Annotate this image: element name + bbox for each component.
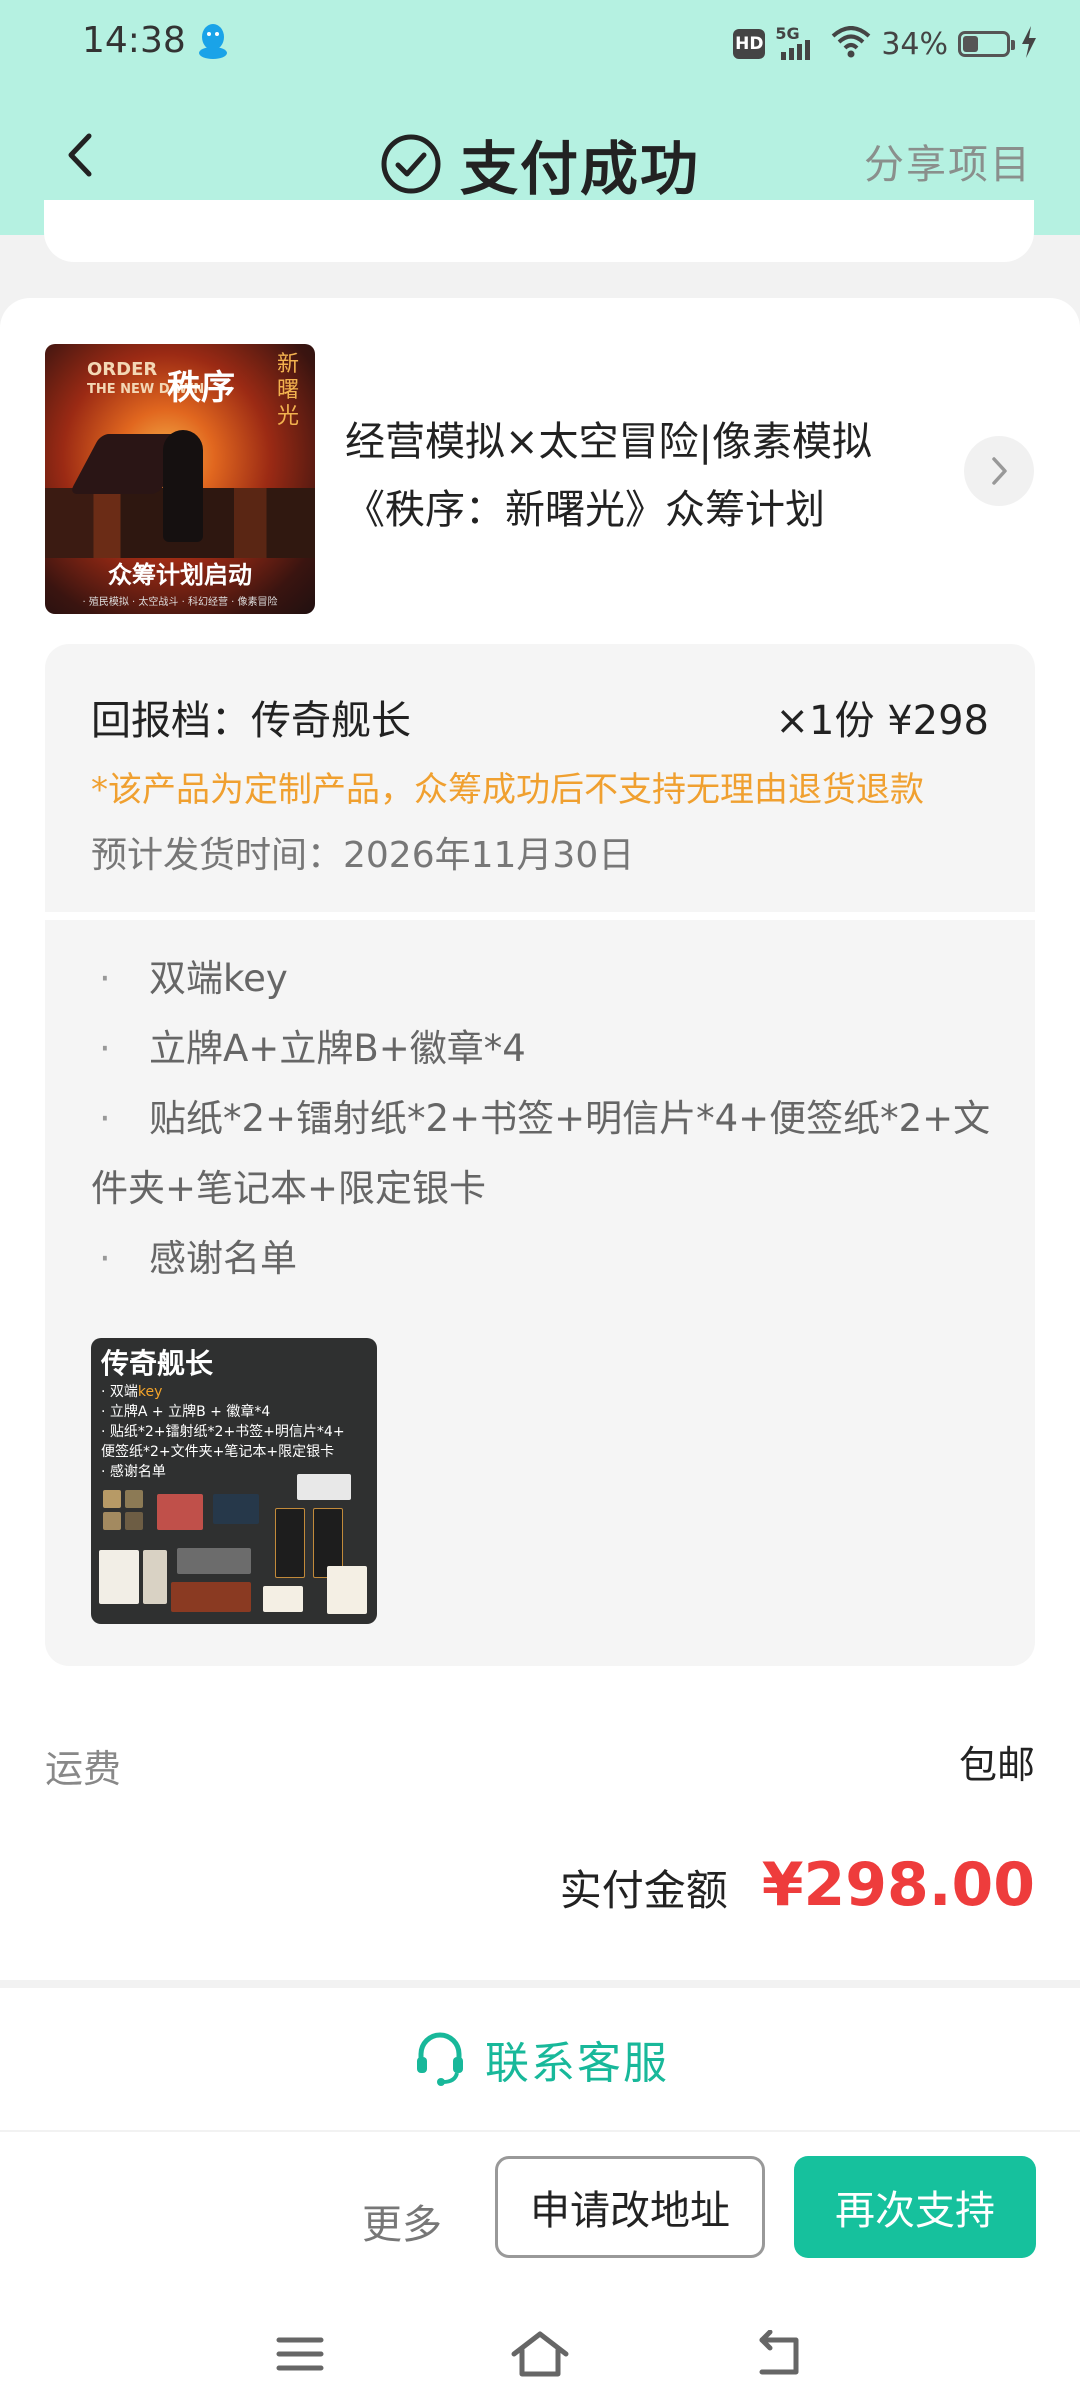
project-detail-button[interactable]: [964, 436, 1034, 506]
list-item: 立牌A+立牌B+徽章*4: [91, 1014, 1011, 1084]
change-address-button[interactable]: 申请改地址: [495, 2156, 765, 2258]
contact-service-button[interactable]: 联系客服: [0, 1988, 1080, 2130]
reward-image-text: · 双端key · 立牌A + 立牌B + 徽章*4 · 贴纸*2+镭射纸*2+…: [101, 1384, 345, 1480]
tier-quantity-price: ×1份 ¥298: [775, 698, 989, 744]
order-card: ORDER THE NEW DAWN 秩序 新曙光 众筹计划启动 · 殖民模拟 …: [0, 298, 1080, 1980]
page-title: 支付成功: [459, 135, 700, 203]
bottom-action-bar: 更多 申请改地址 再次支持: [0, 2132, 1080, 2408]
cellular-signal-icon: 5G: [775, 24, 821, 62]
project-title-line1: 经营模拟×太空冒险|像素模拟: [345, 419, 872, 465]
more-button[interactable]: 更多: [362, 2192, 442, 2250]
reward-tier-summary: 回报档：传奇舰长 ×1份 ¥298 *该产品为定制产品，众筹成功后不支持无理由退…: [45, 644, 1035, 912]
refund-warning: *该产品为定制产品，众筹成功后不支持无理由退货退款: [91, 770, 924, 810]
status-time: 14:38: [82, 20, 186, 61]
top-nav-bar: 支付成功 分享项目: [0, 100, 1080, 210]
battery-percent: 34%: [881, 26, 948, 62]
system-navigation-bar: [0, 2302, 1080, 2402]
back-arrow-icon: [759, 2330, 799, 2375]
cover-side-text: 新曙光: [277, 352, 300, 429]
check-circle-icon: [381, 134, 441, 194]
project-cover-image[interactable]: ORDER THE NEW DAWN 秩序 新曙光 众筹计划启动 · 殖民模拟 …: [45, 344, 315, 614]
home-icon: [511, 2331, 569, 2377]
shipping-fee-label: 运费: [45, 1747, 122, 1791]
estimated-ship-date: 预计发货时间：2026年11月30日: [91, 835, 635, 876]
reward-preview-image[interactable]: 传奇舰长 · 双端key · 立牌A + 立牌B + 徽章*4 · 贴纸*2+镭…: [91, 1338, 377, 1624]
reward-item-list: 双端key 立牌A+立牌B+徽章*4 贴纸*2+镭射纸*2+书签+明信片*4+便…: [91, 944, 1011, 1294]
paid-amount-value: ¥298.00: [761, 1850, 1035, 1920]
menu-icon: [276, 2337, 324, 2371]
home-nav-button[interactable]: [505, 2324, 575, 2384]
shipping-fee-row: 运费 包邮: [45, 1738, 1035, 1798]
status-indicators: HD 5G 34%: [733, 22, 1038, 66]
payment-success-page: 14:38 HD 5G 34% 支付成功 分享项目 ORDER THE NEW …: [0, 0, 1080, 2408]
back-nav-button[interactable]: [745, 2324, 815, 2384]
cover-launch-text: 众筹计划启动: [108, 561, 252, 589]
project-title-line2: 《秩序：新曙光》众筹计划: [345, 487, 825, 533]
contact-service-label: 联系客服: [485, 2038, 669, 2089]
paid-amount-row: 实付金额 ¥298.00: [560, 1850, 1035, 1920]
cover-tags: · 殖民模拟 · 太空战斗 · 科幻经营 · 像素冒险: [82, 597, 278, 608]
chevron-right-icon: [992, 457, 1007, 485]
support-again-button[interactable]: 再次支持: [794, 2156, 1036, 2258]
list-item: 感谢名单: [91, 1224, 1011, 1294]
tier-name: 回报档：传奇舰长: [91, 698, 411, 744]
hd-icon: HD: [733, 29, 766, 59]
status-bar: 14:38 HD 5G 34%: [0, 0, 1080, 86]
cover-title: 秩序: [167, 368, 235, 408]
list-item: 双端key: [91, 944, 1011, 1014]
reward-image-title: 传奇舰长: [101, 1347, 214, 1380]
qq-notification-icon: [196, 22, 230, 62]
list-item: 贴纸*2+镭射纸*2+书签+明信片*4+便签纸*2+文件夹+笔记本+限定银卡: [91, 1084, 1011, 1224]
reward-items: 双端key 立牌A+立牌B+徽章*4 贴纸*2+镭射纸*2+书签+明信片*4+便…: [45, 920, 1035, 1666]
project-title[interactable]: 经营模拟×太空冒险|像素模拟 《秩序：新曙光》众筹计划: [345, 408, 905, 544]
previous-card-bottom: [44, 200, 1034, 262]
share-project-button[interactable]: 分享项目: [864, 132, 1032, 190]
charging-icon: [1020, 26, 1038, 62]
shipping-fee-value: 包邮: [958, 1743, 1035, 1787]
wifi-icon: [831, 26, 871, 62]
paid-amount-label: 实付金额: [559, 1866, 728, 1915]
headset-icon: [417, 2032, 463, 2086]
menu-nav-button[interactable]: [265, 2324, 335, 2384]
battery-icon: [958, 31, 1015, 57]
